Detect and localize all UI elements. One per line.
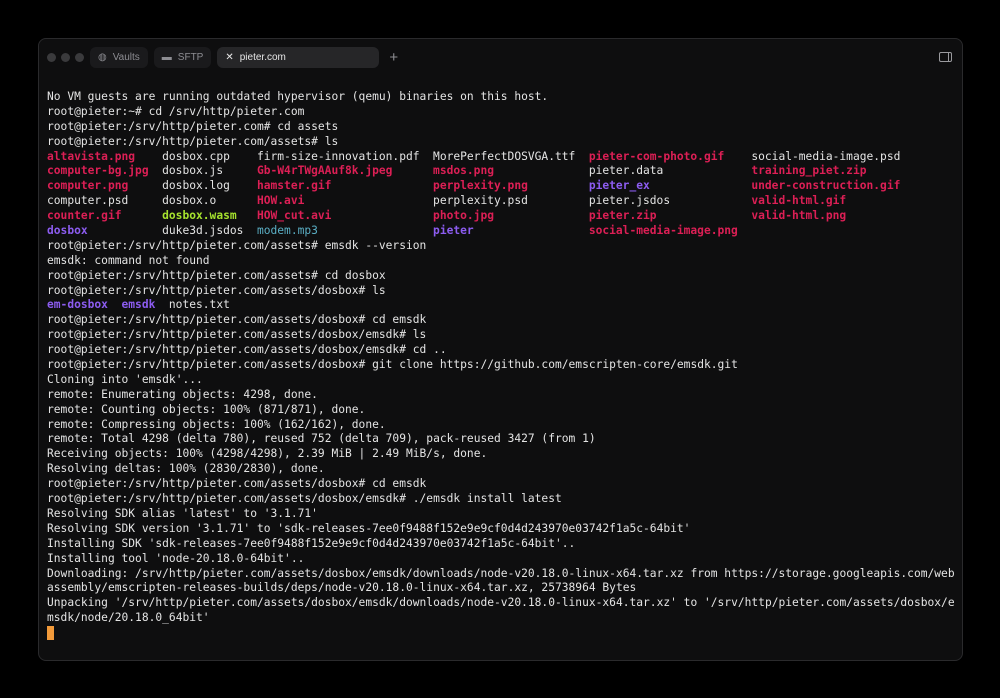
terminal-line (47, 626, 955, 641)
file-entry: pieter.jsdos (588, 194, 671, 208)
file-entry: pieter (433, 224, 474, 238)
terminal-line: root@pieter:/srv/http/pieter.com/assets#… (47, 238, 427, 252)
terminal-line: computer-bg.jpg dosbox.js Gb-W4rTWgAAuf8k.… (47, 164, 955, 179)
terminal-window: ◍ Vaults ▬ SFTP ✕ pieter.com + No VM gue… (38, 38, 963, 661)
file-entry: duke3d.jsdos (162, 224, 244, 238)
file-entry: dosbox.wasm (162, 209, 237, 223)
file-entry: perplexity.png (433, 179, 528, 193)
file-entry: notes.txt (168, 298, 230, 312)
file-entry: hamster.gif (256, 179, 332, 193)
minimize-window-button[interactable] (61, 52, 70, 62)
file-entry: firm-size-innovation.pdf (256, 149, 420, 163)
terminal-line: root@pieter:/srv/http/pieter.com/assets#… (47, 268, 386, 282)
file-entry: altavista.png (47, 149, 136, 163)
file-entry: modem.mp3 (256, 224, 318, 238)
file-entry: counter.gif (47, 209, 122, 223)
file-entry: em-dosbox (47, 298, 108, 312)
close-icon[interactable]: ✕ (225, 52, 233, 63)
terminal-line: Receiving objects: 100% (4298/4298), 2.3… (47, 447, 488, 461)
folder-icon: ▬ (161, 51, 172, 63)
tab-label: pieter.com (239, 51, 286, 63)
terminal-line: assembly/emscripten-releases-builds/deps… (47, 581, 637, 595)
file-entry: under-construction.gif (751, 179, 901, 193)
file-entry: dosbox.o (162, 194, 217, 208)
file-entry: Gb-W4rTWgAAuf8k.jpeg (256, 164, 393, 178)
terminal-line: remote: Counting objects: 100% (871/871)… (47, 402, 366, 416)
terminal-line: root@pieter:/srv/http/pieter.com/assets#… (47, 134, 339, 148)
terminal-line: Unpacking '/srv/http/pieter.com/assets/d… (47, 596, 955, 610)
maximize-window-button[interactable] (75, 52, 84, 62)
file-entry: pieter_ex (588, 179, 650, 193)
terminal-line: remote: Compressing objects: 100% (162/1… (47, 417, 386, 431)
terminal-line: remote: Enumerating objects: 4298, done. (47, 387, 318, 401)
terminal-line: root@pieter:/srv/http/pieter.com/assets/… (47, 477, 427, 491)
terminal-line: dosbox duke3d.jsdos modem.mp3 pieter social-… (47, 224, 955, 239)
file-entry: pieter-com-photo.gif (588, 149, 725, 163)
file-entry: computer.psd (47, 194, 129, 208)
file-entry: computer.png (47, 179, 129, 193)
terminal-line: root@pieter:/srv/http/pieter.com/assets/… (47, 283, 386, 297)
file-entry: training_piet.zip (751, 164, 867, 178)
file-entry: dosbox.log (162, 179, 230, 193)
file-entry: social-media-image.png (588, 224, 738, 238)
terminal-line: Resolving SDK version '3.1.71' to 'sdk-r… (47, 521, 691, 535)
terminal-line: remote: Total 4298 (delta 780), reused 7… (47, 432, 596, 446)
terminal-line: altavista.png dosbox.cpp firm-size-innovat… (47, 150, 955, 165)
terminal-line: root@pieter:/srv/http/pieter.com/assets/… (47, 328, 427, 342)
terminal-line: emsdk: command not found (47, 253, 210, 267)
file-entry: HOW_cut.avi (256, 209, 332, 223)
tab-vaults[interactable]: ◍ Vaults (90, 46, 148, 68)
file-entry: valid-html.gif (751, 194, 847, 208)
terminal-line: No VM guests are running outdated hyperv… (47, 90, 549, 103)
tab-label: SFTP (177, 51, 204, 63)
terminal-line: Cloning into 'emsdk'... (47, 372, 203, 386)
terminal-line: root@pieter:/srv/http/pieter.com/assets/… (47, 343, 447, 357)
vault-icon: ◍ (98, 51, 107, 63)
terminal-line: Installing SDK 'sdk-releases-7ee0f9488f1… (47, 536, 576, 550)
terminal-line: Resolving deltas: 100% (2830/2830), done… (47, 462, 325, 476)
terminal-line: computer.psd dosbox.o HOW.avi perplexity.ps… (47, 194, 955, 209)
terminal-line: msdk/node/20.18.0_64bit' (47, 611, 210, 625)
file-entry: valid-html.png (751, 209, 847, 223)
file-entry: emsdk (121, 298, 156, 312)
terminal-line: Resolving SDK alias 'latest' to '3.1.71' (47, 506, 318, 520)
sidebar-toggle-icon[interactable] (939, 52, 952, 62)
file-entry: computer-bg.jpg (47, 164, 149, 178)
terminal-line: Installing tool 'node-20.18.0-64bit'.. (47, 551, 305, 565)
new-tab-button[interactable]: + (389, 49, 398, 66)
terminal-output[interactable]: No VM guests are running outdated hyperv… (47, 90, 955, 641)
tab-label: Vaults (112, 51, 140, 63)
close-window-button[interactable] (47, 52, 56, 62)
terminal-line: root@pieter:/srv/http/pieter.com# cd ass… (47, 119, 339, 133)
terminal-line: computer.png dosbox.log hamster.gif perplex… (47, 179, 955, 194)
title-bar: ◍ Vaults ▬ SFTP ✕ pieter.com + (39, 39, 962, 75)
file-entry: pieter.data (588, 164, 664, 178)
terminal-line: root@pieter:~# cd /srv/http/pieter.com (47, 104, 305, 118)
tab-sftp[interactable]: ▬ SFTP (153, 46, 212, 68)
file-entry: photo.jpg (433, 209, 495, 223)
file-entry: pieter.zip (588, 209, 657, 223)
terminal-line: root@pieter:/srv/http/pieter.com/assets/… (47, 358, 738, 372)
terminal-line: root@pieter:/srv/http/pieter.com/assets/… (47, 313, 427, 327)
file-entry: dosbox (47, 224, 88, 238)
file-entry: social-media-image.psd (751, 149, 901, 163)
terminal-line: counter.gif dosbox.wasm HOW_cut.avi photo.j… (47, 209, 955, 224)
tab-pieter-com[interactable]: ✕ pieter.com (217, 46, 380, 68)
window-controls (47, 52, 84, 62)
terminal-line: em-dosbox emsdk notes.txt (47, 298, 955, 313)
file-entry: msdos.png (433, 164, 495, 178)
terminal-line: Downloading: /srv/http/pieter.com/assets… (47, 566, 955, 580)
file-entry: MorePerfectDOSVGA.ttf (433, 149, 576, 163)
terminal-cursor (47, 626, 54, 641)
file-entry: dosbox.cpp (162, 149, 230, 163)
file-entry: dosbox.js (162, 164, 224, 178)
file-entry: HOW.avi (256, 194, 305, 208)
file-entry: perplexity.psd (433, 194, 528, 208)
terminal-line: root@pieter:/srv/http/pieter.com/assets/… (47, 492, 562, 506)
